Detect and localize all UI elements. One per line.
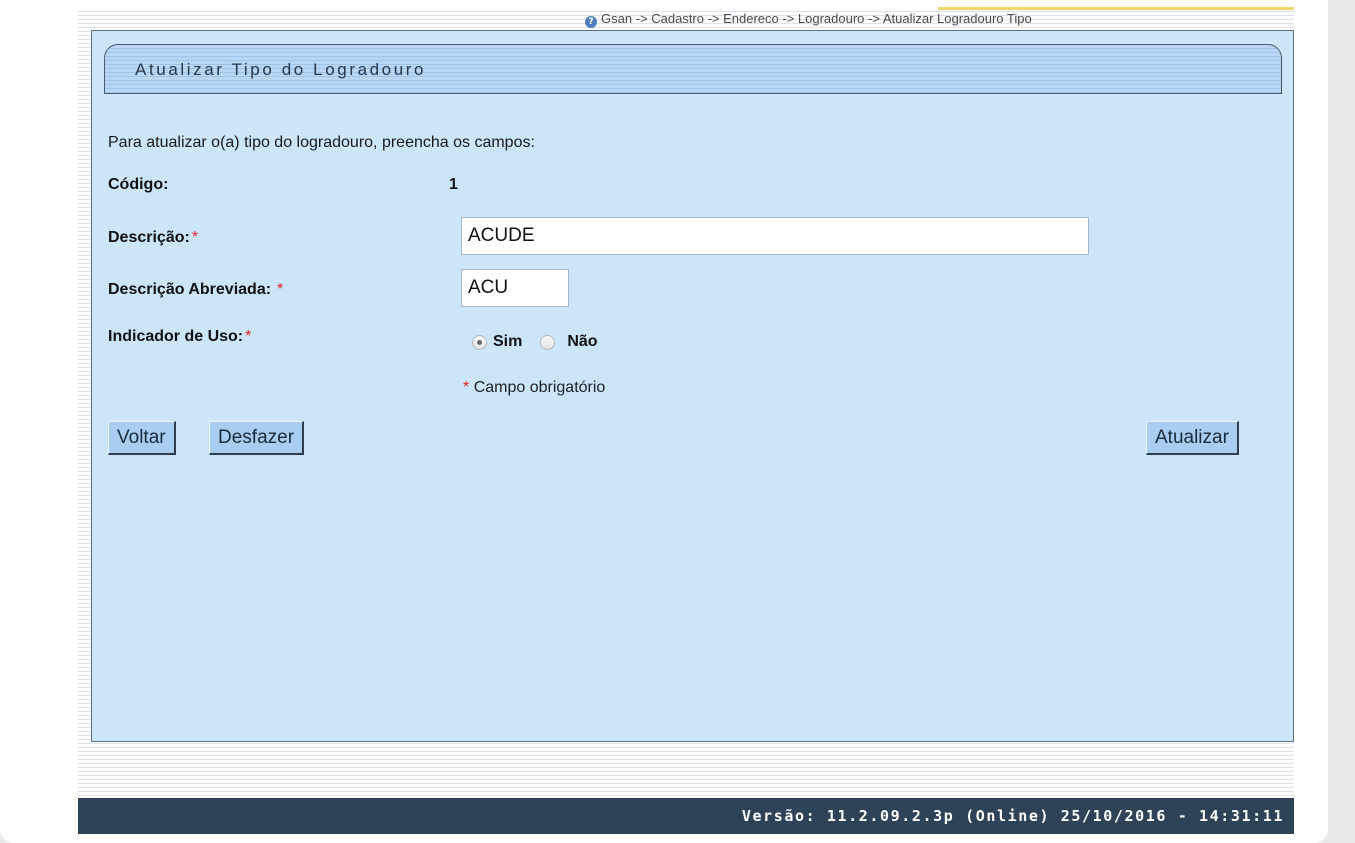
descricao-abreviada-input[interactable] bbox=[461, 269, 569, 307]
codigo-label-text: Código: bbox=[108, 176, 169, 193]
radio-sim-label[interactable]: Sim bbox=[493, 333, 522, 351]
title-tab: Atualizar Tipo do Logradouro bbox=[104, 44, 1282, 94]
form-panel: Atualizar Tipo do Logradouro Para atuali… bbox=[91, 30, 1294, 742]
required-mark: * bbox=[277, 281, 284, 298]
radio-nao-label[interactable]: Não bbox=[567, 333, 597, 351]
help-icon[interactable]: ? bbox=[585, 16, 597, 28]
form-intro: Para atualizar o(a) tipo do logradouro, … bbox=[108, 134, 535, 151]
codigo-value: 1 bbox=[449, 176, 458, 193]
breadcrumb: ? Gsan -> Cadastro -> Endereco -> Logrado… bbox=[585, 11, 1032, 29]
descricao-abreviada-label: Descrição Abreviada: * bbox=[108, 281, 283, 299]
required-mark: * bbox=[463, 379, 470, 396]
required-mark: * bbox=[245, 328, 252, 345]
radio-nao[interactable] bbox=[540, 334, 556, 350]
descricao-input[interactable] bbox=[461, 217, 1089, 255]
radio-sim[interactable] bbox=[472, 334, 487, 350]
page-title: Atualizar Tipo do Logradouro bbox=[135, 60, 427, 79]
required-mark: * bbox=[191, 229, 199, 246]
footer-bar: Versão: 11.2.09.2.3p (Online) 25/10/2016… bbox=[78, 798, 1294, 834]
breadcrumb-text: Gsan -> Cadastro -> Endereco -> Logradou… bbox=[601, 11, 1032, 26]
top-accent-line bbox=[938, 7, 1294, 10]
atualizar-button[interactable]: Atualizar bbox=[1146, 421, 1239, 455]
codigo-label: Código: bbox=[108, 176, 168, 194]
descricao-label: Descrição: * bbox=[108, 229, 198, 247]
required-note-text: Campo obrigatório bbox=[473, 379, 606, 396]
indicador-uso-label: Indicador de Uso: * bbox=[108, 328, 251, 346]
descricao-label-text: Descrição: bbox=[108, 229, 190, 246]
voltar-button[interactable]: Voltar bbox=[108, 421, 176, 455]
descricao-abreviada-label-text: Descrição Abreviada: bbox=[108, 281, 272, 298]
version-text: Versão: 11.2.09.2.3p (Online) 25/10/2016… bbox=[741, 807, 1284, 825]
desfazer-button[interactable]: Desfazer bbox=[209, 421, 305, 455]
indicador-uso-label-text: Indicador de Uso: bbox=[108, 328, 244, 345]
indicador-uso-radio-group: Sim Não bbox=[472, 333, 598, 351]
required-note: * Campo obrigatório bbox=[461, 379, 605, 397]
